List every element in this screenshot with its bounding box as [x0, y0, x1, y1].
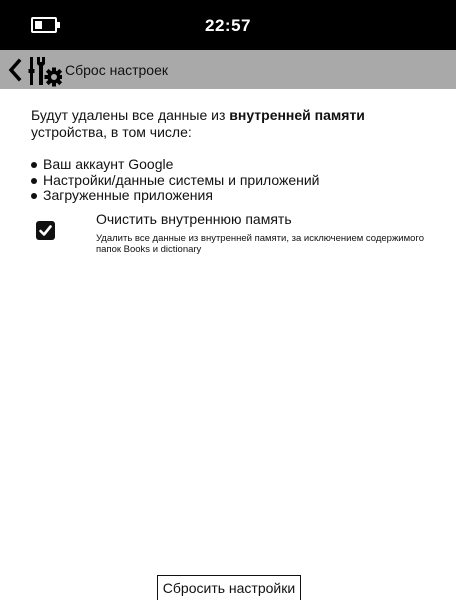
- intro-text-end: устройства, в том числе:: [31, 124, 192, 140]
- clear-internal-memory-option[interactable]: Очистить внутреннюю память Удалить все д…: [34, 211, 434, 261]
- list-item: Настройки/данные системы и приложений: [31, 172, 441, 189]
- settings-tools-icon: [28, 57, 62, 87]
- header-bar: Сброс настроек: [0, 50, 456, 89]
- list-item: Загруженные приложения: [31, 187, 441, 204]
- option-description: Удалить все данные из внутренней памяти,…: [96, 233, 424, 255]
- status-bar: 22:57: [0, 0, 456, 50]
- page-title: Сброс настроек: [65, 62, 169, 78]
- status-time: 22:57: [205, 16, 251, 35]
- intro-text: Будут удалены все данные из внутренней п…: [31, 107, 441, 141]
- content-area: Будут удалены все данные из внутренней п…: [31, 107, 441, 204]
- option-title: Очистить внутреннюю память: [96, 211, 292, 227]
- checkbox-checked-icon[interactable]: [36, 221, 55, 240]
- back-arrow-icon[interactable]: [7, 56, 23, 84]
- deleted-items-list: Ваш аккаунт Google Настройки/данные сист…: [31, 156, 441, 204]
- intro-text-bold: внутренней памяти: [229, 107, 365, 123]
- reset-settings-button[interactable]: Сбросить настройки: [157, 575, 301, 600]
- intro-text-start: Будут удалены все данные из: [31, 107, 230, 123]
- list-item: Ваш аккаунт Google: [31, 156, 441, 173]
